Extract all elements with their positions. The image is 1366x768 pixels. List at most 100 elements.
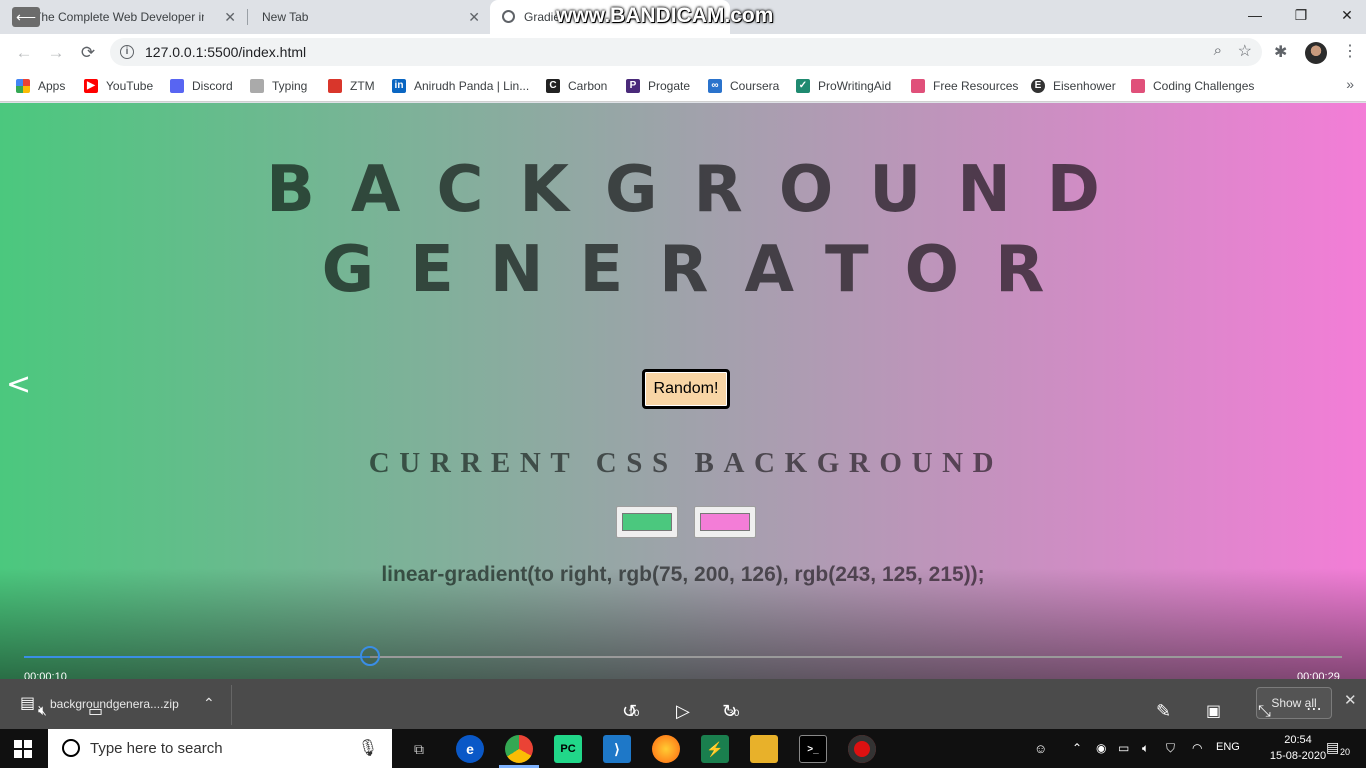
notification-icon[interactable]: ▤ bbox=[1326, 739, 1339, 756]
tab-web-developer[interactable]: ⟵ The Complete Web Developer in ✕ bbox=[0, 0, 248, 34]
collapse-icon[interactable]: ⤡ bbox=[1258, 701, 1271, 721]
bookmark-label: ZTM bbox=[350, 79, 375, 93]
windows-start-icon[interactable] bbox=[14, 740, 32, 758]
tab-label: New Tab bbox=[262, 10, 309, 24]
tab-close-icon[interactable]: ✕ bbox=[468, 9, 480, 26]
prowritingaid-icon: ✓ bbox=[796, 79, 810, 93]
clock[interactable]: 20:54 15-08-2020 bbox=[1266, 732, 1330, 764]
wifi-icon[interactable]: ◠ bbox=[1192, 741, 1202, 755]
bookmark-youtube[interactable]: ▶ YouTube bbox=[84, 76, 153, 96]
microphone-icon[interactable]: 🎙︎ bbox=[358, 738, 378, 758]
edge-icon[interactable]: e bbox=[456, 735, 484, 763]
bookmark-prowritingaid[interactable]: ✓ ProWritingAid bbox=[796, 76, 891, 96]
player-shade bbox=[0, 568, 1366, 679]
bookmark-free-resources[interactable]: Free Resources bbox=[911, 76, 1018, 96]
bandicam-icon[interactable] bbox=[848, 735, 876, 763]
chrome-icon[interactable] bbox=[505, 735, 533, 763]
coding-challenges-icon bbox=[1131, 79, 1145, 93]
seek-bar[interactable] bbox=[24, 656, 1342, 658]
bookmark-typing[interactable]: Typing bbox=[250, 76, 307, 96]
bookmark-carbon[interactable]: C Carbon bbox=[546, 76, 607, 96]
mute-icon[interactable]: 🔇︎ bbox=[38, 703, 47, 719]
color-input-2[interactable] bbox=[694, 506, 756, 538]
bookmark-eisenhower[interactable]: E Eisenhower bbox=[1031, 76, 1116, 96]
pencil-icon[interactable]: ✎ bbox=[1156, 701, 1171, 722]
shield-icon[interactable]: ⛉ bbox=[1166, 741, 1175, 756]
address-bar[interactable]: i 127.0.0.1:5500/index.html ⌕ ☆ bbox=[110, 38, 1262, 66]
random-button[interactable]: Random! bbox=[642, 369, 730, 409]
tab-new-tab[interactable]: New Tab ✕ bbox=[250, 0, 490, 34]
firefox-icon[interactable] bbox=[652, 735, 680, 763]
more-icon[interactable]: ⋯ bbox=[1306, 699, 1322, 718]
bookmark-label: ProWritingAid bbox=[818, 79, 892, 93]
minimize-button[interactable]: — bbox=[1232, 0, 1278, 30]
search-placeholder: Type here to search bbox=[90, 740, 223, 757]
notification-count: 20 bbox=[1340, 747, 1351, 757]
discord-icon bbox=[170, 79, 184, 93]
bookmark-progate[interactable]: P Progate bbox=[626, 76, 690, 96]
people-icon[interactable]: ☺ bbox=[1034, 741, 1047, 756]
task-view-icon[interactable]: ⧉ bbox=[405, 735, 433, 763]
bookmark-label: Progate bbox=[648, 79, 691, 93]
record-icon[interactable]: ◉ bbox=[1096, 741, 1106, 755]
bookmark-label: Carbon bbox=[568, 79, 608, 93]
language-indicator[interactable]: ENG bbox=[1216, 741, 1240, 753]
bookmark-label: Coding Challenges bbox=[1153, 79, 1255, 93]
browser-toolbar: ← → ⟳ i 127.0.0.1:5500/index.html ⌕ ☆ ✱ … bbox=[0, 34, 1366, 70]
previous-arrow-icon[interactable]: < bbox=[6, 367, 31, 402]
reload-button[interactable]: ⟳ bbox=[76, 41, 100, 65]
play-icon[interactable]: ▷ bbox=[676, 701, 690, 722]
captions-icon[interactable]: ▭ bbox=[88, 701, 103, 720]
page-title-line2: GENERATOR bbox=[321, 233, 1081, 307]
chevron-double-right-icon[interactable]: » bbox=[1346, 76, 1354, 92]
zoom-icon[interactable]: ⌕ bbox=[1214, 42, 1222, 59]
ztm-icon bbox=[328, 79, 342, 93]
url-text[interactable]: 127.0.0.1:5500/index.html bbox=[145, 44, 306, 60]
app-icon[interactable]: ⚡ bbox=[701, 735, 729, 763]
bookmark-coding-challenges[interactable]: Coding Challenges bbox=[1131, 76, 1254, 96]
globe-icon bbox=[502, 10, 515, 23]
bookmark-coursera[interactable]: ∞ Coursera bbox=[708, 76, 779, 96]
bookmark-label: YouTube bbox=[106, 79, 154, 93]
tray-chevron-icon[interactable]: ⌃ bbox=[1072, 741, 1082, 755]
bookmark-star-icon[interactable]: ☆ bbox=[1238, 41, 1252, 61]
bookmark-label: Coursera bbox=[730, 79, 780, 93]
pycharm-icon[interactable]: PC bbox=[554, 735, 582, 763]
color-input-1[interactable] bbox=[616, 506, 678, 538]
terminal-icon[interactable]: >_ bbox=[799, 735, 827, 763]
profile-avatar[interactable] bbox=[1305, 42, 1327, 64]
download-item[interactable]: ▤ backgroundgenera....zip ⌃ bbox=[0, 685, 232, 725]
bookmark-discord[interactable]: Discord bbox=[170, 76, 233, 96]
forward-button[interactable]: → bbox=[44, 41, 68, 65]
bookmark-label: Typing bbox=[272, 79, 308, 93]
free-resources-icon bbox=[911, 79, 925, 93]
info-icon[interactable]: i bbox=[120, 45, 134, 59]
tab-close-icon[interactable]: ✕ bbox=[224, 9, 236, 26]
color-swatch-2 bbox=[700, 513, 750, 531]
tab-divider bbox=[247, 9, 248, 25]
taskbar-search[interactable]: Type here to search 🎙︎ bbox=[48, 729, 392, 768]
menu-icon[interactable]: ⋮ bbox=[1342, 41, 1358, 61]
bookmark-label: Discord bbox=[192, 79, 233, 93]
close-shelf-icon[interactable]: ✕ bbox=[1344, 691, 1357, 709]
close-window-button[interactable]: ✕ bbox=[1324, 0, 1366, 30]
vscode-icon[interactable]: ⟩ bbox=[603, 735, 631, 763]
tab-strip: ⟵ The Complete Web Developer in ✕ New Ta… bbox=[0, 0, 1366, 34]
bookmarks-bar: Apps ▶ YouTube Discord Typing ZTM in Aniru… bbox=[0, 70, 1366, 102]
back-button[interactable]: ← bbox=[12, 41, 36, 65]
coursera-icon: ∞ bbox=[708, 79, 722, 93]
battery-icon[interactable]: ▭ bbox=[1118, 741, 1129, 755]
bookmark-apps[interactable]: Apps bbox=[16, 76, 65, 96]
chevron-up-icon[interactable]: ⌃ bbox=[203, 695, 215, 712]
mini-player-icon[interactable]: ▣ bbox=[1206, 701, 1221, 720]
volume-icon[interactable]: 🔈︎ bbox=[1142, 741, 1149, 756]
bookmark-linkedin[interactable]: in Anirudh Panda | Lin... bbox=[392, 76, 529, 96]
linkedin-icon: in bbox=[392, 79, 406, 93]
file-explorer-icon[interactable] bbox=[750, 735, 778, 763]
download-shelf: ▤ backgroundgenera....zip ⌃ 🔇︎ ▭ ↺ 10 ▷ … bbox=[0, 679, 1366, 729]
bookmark-ztm[interactable]: ZTM bbox=[328, 76, 375, 96]
maximize-button[interactable]: ❐ bbox=[1278, 0, 1324, 30]
seek-thumb[interactable] bbox=[360, 646, 380, 666]
current-css-heading: CURRENT CSS BACKGROUND bbox=[368, 447, 1004, 479]
extensions-icon[interactable]: ✱ bbox=[1274, 42, 1287, 62]
